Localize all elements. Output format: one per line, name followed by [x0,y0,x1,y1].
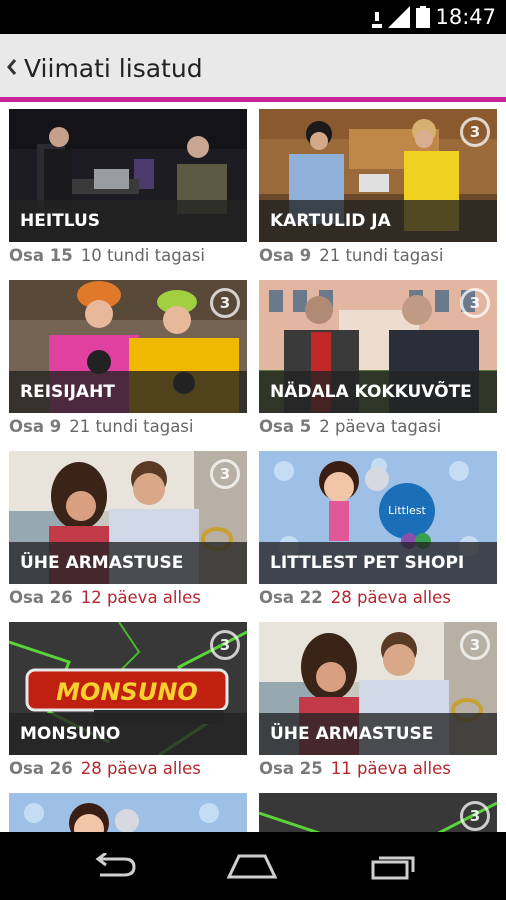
video-title: LITTLEST PET SHOPI [270,553,465,573]
video-meta: Osa 26 28 päeva alles [9,759,201,778]
battery-icon [416,6,430,28]
action-bar: Viimati lisatud [0,34,506,100]
time-label: 11 päeva alles [330,759,451,778]
back-button[interactable] [0,34,24,100]
channel-badge-icon: 3 [460,288,490,318]
video-thumbnail[interactable]: 3 ÜHE ARMASTUSE [9,451,247,584]
download-icon [372,12,382,28]
video-thumbnail[interactable]: 3 KARTULID JA [259,109,497,242]
svg-text:Littlest: Littlest [388,504,426,517]
episode-label: Osa 9 [259,246,312,265]
channel-badge-icon: 3 [210,288,240,318]
video-title: KARTULID JA [270,211,391,231]
video-thumbnail[interactable] [9,793,247,832]
status-icons [372,6,430,28]
home-icon [226,854,278,879]
episode-label: Osa 22 [259,588,323,607]
back-nav-icon [95,853,136,877]
video-title: ÜHE ARMASTUSE [270,724,434,744]
episode-label: Osa 26 [9,759,73,778]
time-label: 10 tundi tagasi [80,246,205,265]
back-nav-button[interactable] [84,846,144,886]
time-label: 21 tundi tagasi [319,246,444,265]
time-label: 2 päeva tagasi [319,417,442,436]
status-bar: 18:47 [0,0,506,34]
title-overlay: HEITLUS [9,200,247,242]
episode-label: Osa 15 [9,246,73,265]
video-title: REISIJAHT [20,382,115,402]
video-thumbnail[interactable]: 3 REISIJAHT [9,280,247,413]
episode-label: Osa 9 [9,417,62,436]
title-overlay: LITTLEST PET SHOPI [259,542,497,584]
recent-apps-icon [371,856,415,880]
channel-badge-icon: 3 [210,630,240,660]
video-thumbnail[interactable]: 3 NÄDALA KOKKUVÕTE [259,280,497,413]
video-meta: Osa 26 12 päeva alles [9,588,201,607]
channel-badge-icon: 3 [460,801,490,831]
video-thumbnail[interactable]: 3 [259,793,497,832]
time-label: 12 päeva alles [80,588,201,607]
title-overlay: REISIJAHT [9,371,247,413]
channel-badge-icon: 3 [210,459,240,489]
svg-text:MONSUNO: MONSUNO [56,678,198,706]
title-overlay: KARTULID JA [259,200,497,242]
video-meta: Osa 5 2 päeva tagasi [259,417,441,436]
video-thumbnail[interactable]: HEITLUS [9,109,247,242]
video-meta: Osa 9 21 tundi tagasi [9,417,194,436]
video-title: MONSUNO [20,724,121,744]
video-meta: Osa 15 10 tundi tagasi [9,246,205,265]
page-title: Viimati lisatud [24,54,203,83]
episode-label: Osa 25 [259,759,323,778]
system-nav-bar [0,832,506,900]
video-thumbnail[interactable]: Littlest LITTLEST PET SHOPI [259,451,497,584]
video-meta: Osa 9 21 tundi tagasi [259,246,444,265]
clock: 18:47 [435,5,496,29]
video-meta: Osa 25 11 päeva alles [259,759,451,778]
episode-label: Osa 26 [9,588,73,607]
time-label: 28 päeva alles [330,588,451,607]
content-grid[interactable]: HEITLUS Osa 15 10 tundi tagasi 3 KARTULI… [0,102,506,832]
channel-badge-icon: 3 [460,630,490,660]
video-title: ÜHE ARMASTUSE [20,553,184,573]
video-title: NÄDALA KOKKUVÕTE [270,382,472,402]
episode-label: Osa 5 [259,417,312,436]
chevron-left-icon [7,59,17,75]
recent-apps-button[interactable] [364,846,424,886]
title-overlay: ÜHE ARMASTUSE [9,542,247,584]
title-overlay: MONSUNO [9,713,247,755]
video-thumbnail[interactable]: MONSUNO 3 MONSUNO [9,622,247,755]
video-title: HEITLUS [20,211,101,231]
title-overlay: NÄDALA KOKKUVÕTE [259,371,497,413]
channel-badge-icon: 3 [460,117,490,147]
signal-icon [388,6,410,28]
time-label: 28 päeva alles [80,759,201,778]
video-meta: Osa 22 28 päeva alles [259,588,451,607]
title-overlay: ÜHE ARMASTUSE [259,713,497,755]
time-label: 21 tundi tagasi [69,417,194,436]
home-button[interactable] [222,846,282,886]
video-thumbnail[interactable]: 3 ÜHE ARMASTUSE [259,622,497,755]
